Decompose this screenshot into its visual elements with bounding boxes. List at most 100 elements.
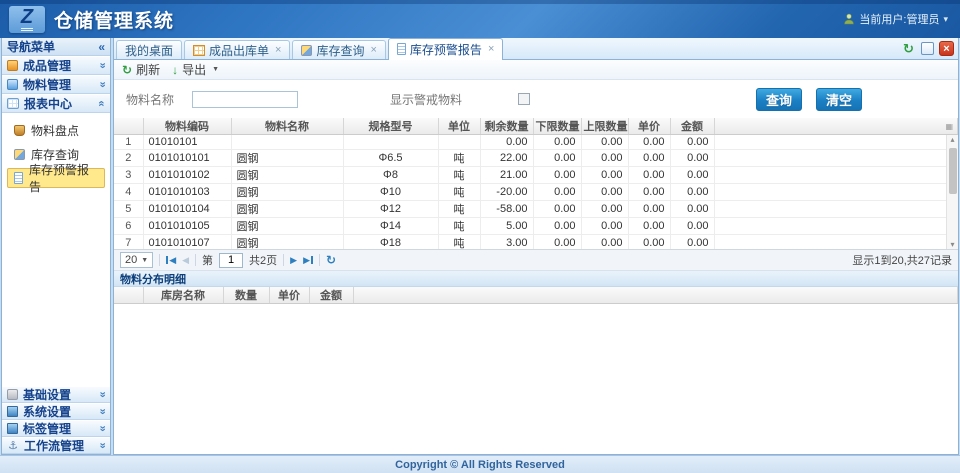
detail-header-row: 库房名称 数量 单价 金额: [114, 287, 958, 304]
caret-down-icon: ▼: [212, 66, 219, 73]
outbound-order-icon: [193, 45, 205, 56]
scroll-up-icon[interactable]: ▴: [950, 135, 954, 144]
refresh-tab-icon[interactable]: ↻: [901, 41, 916, 56]
group-label: 报表中心: [24, 95, 72, 112]
grid-header-row: 物料编码 物料名称 规格型号 单位 剩余数量 下限数量 上限数量 单价 金额 ▦: [114, 118, 958, 135]
picture-icon: [7, 79, 18, 90]
divider: [319, 254, 320, 266]
query-button[interactable]: 查询: [756, 88, 802, 111]
col-unit[interactable]: 单位: [438, 118, 480, 135]
tab-my-desktop[interactable]: 我的桌面: [116, 40, 182, 59]
sidebar-group-system-settings[interactable]: 系统设置 »: [2, 403, 110, 420]
sidebar-group-label-management[interactable]: 标签管理 »: [2, 420, 110, 437]
divider: [159, 254, 160, 266]
col-amount[interactable]: 金额: [670, 118, 714, 135]
vertical-scrollbar[interactable]: ▴ ▾: [946, 135, 958, 249]
chevron-double-down-icon: »: [96, 81, 107, 87]
sidebar-header: 导航菜单 «: [2, 38, 110, 56]
book-icon: [7, 389, 18, 400]
scrollbar-thumb[interactable]: [949, 148, 957, 194]
app-header: Z 仓储管理系统 当前用户:管理员 ▾: [0, 0, 960, 38]
app-footer: Copyright © All Rights Reserved: [0, 455, 960, 473]
refresh-icon: ↻: [122, 64, 132, 76]
detail-table-header: 库房名称 数量 单价 金额: [114, 287, 958, 304]
sidebar-group-basic-settings[interactable]: 基础设置 »: [2, 386, 110, 403]
tab-inventory-query[interactable]: 库存查询 ×: [292, 40, 385, 59]
pager-info: 显示1到20,共27记录: [852, 252, 952, 268]
search-form: 物料名称 显示警戒物料 查询 清空: [114, 80, 958, 118]
refresh-button[interactable]: ↻ 刷新: [122, 61, 160, 78]
close-tab-icon[interactable]: ×: [488, 44, 494, 55]
sidebar-group-workflow[interactable]: ⚓ 工作流管理 »: [2, 437, 110, 454]
user-icon: [843, 13, 855, 25]
show-warning-checkbox[interactable]: [518, 93, 530, 105]
table-row[interactable]: 1010101010.000.000.000.000.00: [114, 135, 958, 149]
divider: [195, 254, 196, 266]
tab-outbound-order[interactable]: 成品出库单 ×: [184, 40, 290, 59]
app-body: 导航菜单 « 成品管理 » 物料管理 » 报表中心 » 物料盘: [0, 38, 960, 455]
action-buttons: 查询 清空: [756, 88, 862, 111]
app-title: 仓储管理系统: [54, 6, 174, 33]
col-material-name[interactable]: 物料名称: [231, 118, 343, 135]
table-row[interactable]: 70101010107圆钢Φ18吨3.000.000.000.000.00: [114, 234, 958, 250]
material-name-input[interactable]: [192, 91, 298, 108]
table-row[interactable]: 50101010104圆钢Φ12吨-58.000.000.000.000.00: [114, 200, 958, 217]
item-label: 库存预警报告: [29, 161, 98, 195]
detail-col-amount[interactable]: 金额: [309, 287, 353, 304]
group-label: 工作流管理: [24, 437, 84, 454]
pager-first-button[interactable]: ◀: [166, 256, 176, 265]
collapse-sidebar-icon[interactable]: «: [98, 40, 105, 54]
maximize-icon[interactable]: [921, 42, 934, 55]
warehouse-app: Z 仓储管理系统 当前用户:管理员 ▾ 导航菜单 « 成品管理 » 物料管理 »: [0, 0, 960, 473]
clear-button[interactable]: 清空: [816, 88, 862, 111]
sidebar-item-inventory-warning-report[interactable]: 库存预警报告: [7, 168, 105, 188]
col-material-code[interactable]: 物料编码: [143, 118, 231, 135]
table-row[interactable]: 30101010102圆钢Φ8吨21.000.000.000.000.00: [114, 166, 958, 183]
group-label: 基础设置: [23, 386, 71, 403]
detail-section-title: 物料分布明细: [114, 271, 958, 287]
sidebar-item-material-count[interactable]: 物料盘点: [7, 120, 105, 140]
current-user-menu[interactable]: 当前用户:管理员 ▾: [843, 11, 948, 27]
close-tab-icon[interactable]: ×: [370, 45, 376, 56]
detail-col-quantity[interactable]: 数量: [223, 287, 269, 304]
sidebar-group-reports[interactable]: 报表中心 »: [2, 94, 110, 113]
sidebar-group-finished-goods[interactable]: 成品管理 »: [2, 56, 110, 75]
table-row[interactable]: 40101010103圆钢Φ10吨-20.000.000.000.000.00: [114, 183, 958, 200]
home-icon: [7, 60, 18, 71]
table-row[interactable]: 20101010101圆钢Φ6.5吨22.000.000.000.000.00: [114, 149, 958, 166]
group-label: 系统设置: [23, 403, 71, 420]
chevron-double-down-icon: »: [96, 62, 107, 68]
chevron-double-down-icon: »: [96, 408, 107, 414]
detail-col-warehouse[interactable]: 库房名称: [143, 287, 223, 304]
chevron-double-down-icon: »: [96, 391, 107, 397]
tab-inventory-warning-report[interactable]: 库存预警报告 ×: [388, 38, 503, 60]
export-icon: ↓: [172, 64, 178, 76]
page-number-input[interactable]: [219, 253, 243, 268]
pager-last-button[interactable]: ▶: [303, 256, 313, 265]
col-unit-price[interactable]: 单价: [628, 118, 670, 135]
pager-prev-button[interactable]: ◀: [182, 256, 189, 265]
col-spec[interactable]: 规格型号: [343, 118, 438, 135]
col-remaining[interactable]: 剩余数量: [480, 118, 533, 135]
col-upper-limit[interactable]: 上限数量: [581, 118, 628, 135]
pager-refresh-icon[interactable]: ↻: [326, 254, 336, 266]
detail-col-price[interactable]: 单价: [269, 287, 309, 304]
anchor-icon: ⚓: [7, 440, 19, 452]
sidebar-group-materials[interactable]: 物料管理 »: [2, 75, 110, 94]
col-filler: ▦: [714, 118, 958, 135]
item-label: 库存查询: [31, 146, 79, 163]
close-window-icon[interactable]: ×: [939, 41, 954, 56]
inventory-query-icon: [14, 149, 25, 160]
export-button[interactable]: ↓ 导出 ▼: [172, 61, 219, 78]
detail-col-rownum: [114, 287, 143, 304]
scroll-down-icon[interactable]: ▾: [950, 240, 954, 249]
material-name-label: 物料名称: [126, 91, 174, 108]
pager-next-button[interactable]: ▶: [290, 256, 297, 265]
grid-corner-icon: ▦: [945, 122, 953, 131]
page-size-select[interactable]: 20 ▼: [120, 252, 153, 268]
export-label: 导出: [182, 61, 206, 78]
col-lower-limit[interactable]: 下限数量: [533, 118, 581, 135]
main-area: 我的桌面 成品出库单 × 库存查询 × 库存预警报告 ×: [113, 38, 959, 455]
close-tab-icon[interactable]: ×: [275, 45, 281, 56]
table-row[interactable]: 60101010105圆钢Φ14吨5.000.000.000.000.00: [114, 217, 958, 234]
